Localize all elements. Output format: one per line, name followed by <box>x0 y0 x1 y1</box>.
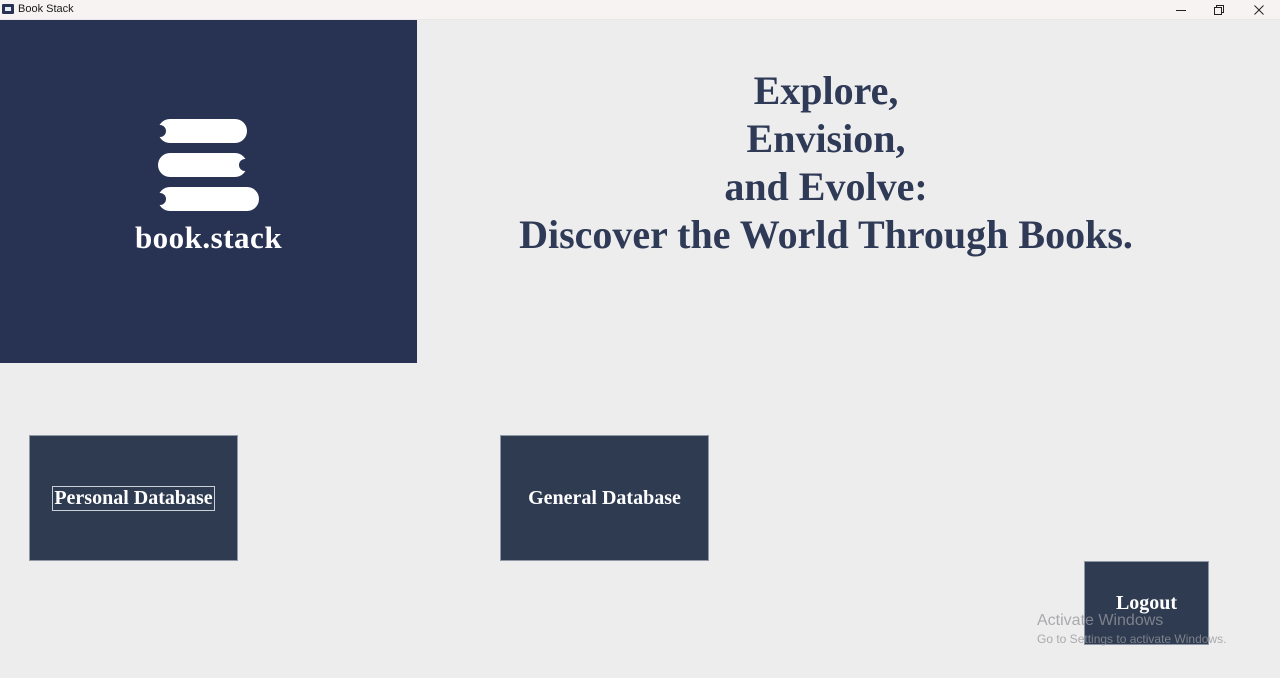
headline-line: Discover the World Through Books. <box>519 212 1133 257</box>
close-icon <box>1254 4 1264 15</box>
restore-button[interactable] <box>1200 0 1238 19</box>
personal-database-label: Personal Database <box>52 485 215 511</box>
window-title: Book Stack <box>18 3 74 15</box>
headline: Explore, Envision, and Evolve: Discover … <box>417 67 1235 259</box>
restore-icon <box>1214 4 1224 15</box>
app-book-icon <box>2 4 14 14</box>
headline-line: Explore, <box>753 68 899 113</box>
minimize-icon <box>1176 9 1186 11</box>
logo-panel: book.stack <box>0 20 417 363</box>
book-stack-icon <box>156 119 259 211</box>
logout-button[interactable]: Logout <box>1084 561 1209 645</box>
headline-line: and Evolve: <box>724 164 928 209</box>
logo-wordmark: book.stack <box>134 220 283 255</box>
headline-line: Envision, <box>746 116 906 161</box>
title-bar: Book Stack <box>0 0 1280 20</box>
minimize-button[interactable] <box>1162 0 1200 19</box>
general-database-label: General Database <box>528 486 681 509</box>
general-database-button[interactable]: General Database <box>500 435 709 561</box>
personal-database-button[interactable]: Personal Database <box>29 435 238 561</box>
close-button[interactable] <box>1240 0 1278 19</box>
logout-label: Logout <box>1115 591 1178 614</box>
